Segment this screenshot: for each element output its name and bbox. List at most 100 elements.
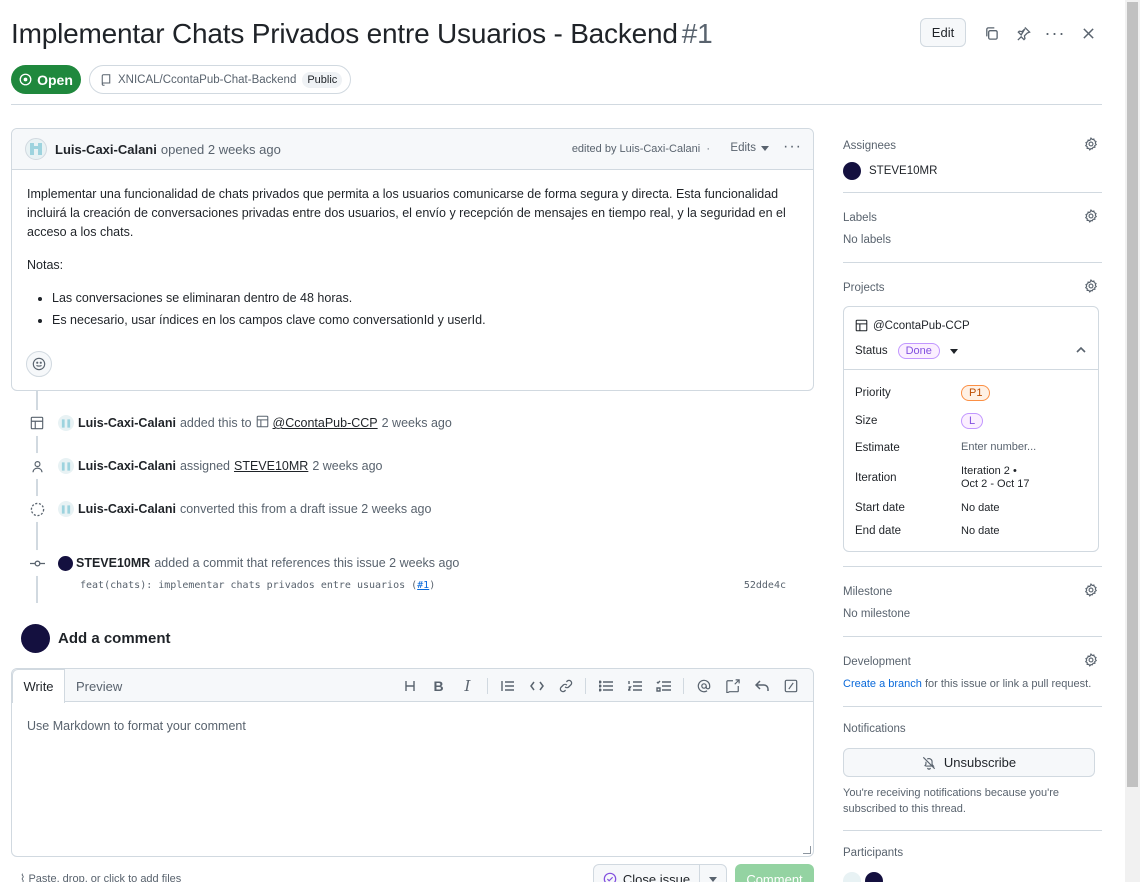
edits-dropdown[interactable]: Edits [730,142,769,154]
mention-icon[interactable] [689,676,718,696]
assignee-name[interactable]: STEVE10MR [869,165,937,177]
create-branch-link[interactable]: Create a branch [843,678,922,690]
close-icon[interactable] [1078,23,1098,43]
add-reaction-button[interactable] [26,351,52,377]
avatar[interactable] [58,458,74,474]
project-card-header: @CcontaPub-CCP Status Done [844,307,1098,370]
comment-header: Luis-Caxi-Calani opened 2 weeks ago edit… [12,129,813,170]
notifications-reason: You're receiving notifications because y… [843,787,1059,815]
labels-value: No labels [843,234,891,246]
commit-row: feat(chats): implementar chats privados … [80,580,786,591]
link-icon[interactable] [551,676,580,696]
attach-files[interactable]: ⌇ Paste, drop, or click to add files [20,872,181,882]
italic-icon[interactable]: I [453,676,482,696]
bulleted-list-icon[interactable] [591,676,620,696]
toolbar-divider [585,678,586,694]
development-text: Create a branch for this issue or link a… [843,678,1091,690]
unsubscribe-button[interactable]: Unsubscribe [843,748,1095,777]
avatar[interactable] [25,138,47,160]
reply-icon[interactable] [747,676,776,696]
size-badge[interactable]: L [961,413,984,429]
bold-icon[interactable]: B [424,676,453,696]
project-title[interactable]: @CcontaPub-CCP [855,319,970,332]
event-text: converted this from a draft issue 2 week… [179,502,432,516]
project-name[interactable]: @CcontaPub-CCP [873,320,970,332]
close-options-dropdown[interactable] [699,864,727,882]
development-title: Development [843,656,911,668]
project-link[interactable]: @CcontaPub-CCP [273,416,378,430]
gear-icon[interactable] [1084,136,1098,154]
comment-submit-button[interactable]: Comment [735,864,814,882]
numbered-list-icon[interactable] [620,676,649,696]
status-label: Status [855,345,888,357]
code-icon[interactable] [522,676,551,696]
end-date-value[interactable]: No date [961,525,1000,537]
assignee-link[interactable]: STEVE10MR [234,459,308,473]
assignee-row[interactable]: STEVE10MR [843,162,937,180]
comment-more-icon[interactable]: ··· [783,138,802,156]
avatar[interactable] [58,555,73,571]
avatar[interactable] [58,415,74,431]
avatar[interactable] [843,872,861,882]
field-label: Size [855,415,878,427]
gear-icon[interactable] [1084,208,1098,226]
avatar [843,162,861,180]
gear-icon[interactable] [1084,278,1098,296]
resize-handle[interactable] [803,846,811,854]
unsubscribe-label: Unsubscribe [943,755,1017,770]
comment-paragraph: Implementar una funcionalidad de chats p… [27,187,786,239]
heading-icon[interactable] [395,676,424,696]
event-actor[interactable]: Luis-Caxi-Calani [78,502,176,516]
comment-author[interactable]: Luis-Caxi-Calani [55,142,157,157]
avatar[interactable] [58,501,74,517]
sidebar-divider [843,192,1102,193]
projects-title: Projects [843,282,885,294]
status-badge[interactable]: Done [897,343,940,359]
add-comment-title: Add a comment [58,630,171,647]
notes-label: Notas: [27,258,64,272]
repo-name[interactable]: XNICAL/CcontaPub-Chat-Backend [118,74,296,86]
slash-commands-icon[interactable] [776,676,805,696]
cross-reference-icon[interactable] [718,676,747,696]
event-actor[interactable]: STEVE10MR [76,556,150,570]
chevron-up-icon[interactable] [1076,346,1086,353]
event-text: added this to [179,416,252,430]
tab-preview[interactable]: Preview [76,679,122,694]
sidebar-divider [843,636,1102,637]
priority-badge[interactable]: P1 [961,385,991,401]
assignees-title: Assignees [843,140,897,152]
edit-button[interactable]: Edit [920,18,966,47]
scrollbar-thumb[interactable] [1127,2,1138,787]
event-actor[interactable]: Luis-Caxi-Calani [78,416,176,430]
close-issue-button[interactable]: Close issue [593,864,700,882]
gear-icon[interactable] [1084,652,1098,670]
commit-sha[interactable]: 52dde4c [744,580,786,591]
commit-message[interactable]: feat(chats): implementar chats privados … [80,580,417,591]
list-item: Es necesario, usar índices en los campos… [52,311,797,330]
pin-icon[interactable] [1013,23,1033,43]
notifications-title: Notifications [843,723,906,735]
event-actor[interactable]: Luis-Caxi-Calani [78,459,176,473]
field-label: Iteration [855,472,897,484]
page-scrollbar[interactable] [1125,0,1140,882]
timeline-event: Luis-Caxi-Calani added this to @CcontaPu… [24,410,452,436]
task-list-icon[interactable] [649,676,678,696]
estimate-input[interactable]: Enter number... [961,441,1036,453]
triangle-down-icon[interactable] [949,348,958,354]
repo-pill[interactable]: XNICAL/CcontaPub-Chat-Backend Public [89,65,352,94]
more-options-icon[interactable]: ··· [1045,23,1065,43]
commit-message-end: ) [429,580,436,591]
start-date-value[interactable]: No date [961,502,1000,514]
sidebar-divider [843,566,1102,567]
tab-write[interactable]: Write [12,669,65,703]
iteration-value[interactable]: Iteration 2 • Oct 2 - Oct 17 [961,465,1029,491]
avatar [21,624,50,653]
copy-icon[interactable] [981,23,1001,43]
gear-icon[interactable] [1084,582,1098,600]
commit-issue-ref[interactable]: #1 [417,580,429,591]
development-hint: for this issue or link a pull request. [921,678,1092,690]
quote-icon[interactable] [493,676,522,696]
bell-slash-icon [922,756,935,770]
comment-textarea[interactable]: Use Markdown to format your comment [27,719,246,733]
avatar[interactable] [865,872,883,882]
